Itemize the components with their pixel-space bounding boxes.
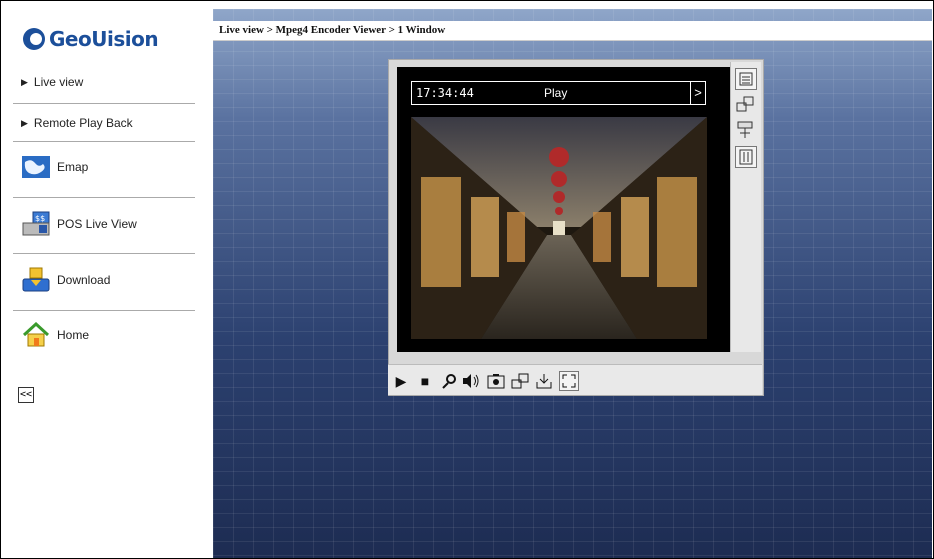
sidebar-item-pos-live-view[interactable]: $$ POS Live View xyxy=(21,211,137,237)
sidebar: GeoUision ▶ Live view ▶ Remote Play Back… xyxy=(9,9,211,558)
sidebar-item-home[interactable]: Home xyxy=(21,321,90,348)
map-icon xyxy=(21,154,51,180)
arrow-right-icon: ▶ xyxy=(21,117,28,128)
svg-text:$$: $$ xyxy=(35,214,45,223)
ptz-camera-icon[interactable] xyxy=(735,120,755,140)
sidebar-item-label: Home xyxy=(57,328,90,342)
pos-terminal-icon: $$ xyxy=(21,211,51,237)
sidebar-item-emap[interactable]: Emap xyxy=(21,154,88,180)
divider xyxy=(13,141,195,142)
stop-icon[interactable]: ■ xyxy=(415,371,435,391)
breadcrumb: Live view > Mpeg4 Encoder Viewer > 1 Win… xyxy=(219,24,446,36)
home-icon xyxy=(21,321,51,348)
next-camera-button[interactable]: > xyxy=(690,82,705,104)
video-panel: 17:34:44 Play > xyxy=(397,67,739,352)
divider xyxy=(13,197,195,198)
arrow-right-icon: ▶ xyxy=(21,76,28,87)
divider xyxy=(13,103,195,104)
video-stream[interactable] xyxy=(411,117,707,339)
video-header: 17:34:44 Play > xyxy=(411,81,706,105)
playback-toolbar: ▶ ■ xyxy=(388,364,762,395)
sidebar-item-label: Remote Play Back xyxy=(33,116,133,130)
window-switch-icon[interactable] xyxy=(510,371,530,391)
collapse-sidebar-button[interactable]: << xyxy=(18,387,34,403)
fullscreen-icon[interactable] xyxy=(559,371,579,391)
sidebar-item-label: Download xyxy=(57,273,111,287)
geovision-logo-icon xyxy=(23,28,45,50)
sidebar-item-live-view[interactable]: ▶ Live view xyxy=(21,75,83,89)
settings-panel-icon[interactable] xyxy=(735,146,757,168)
arcade-camera-image xyxy=(411,117,707,339)
main-content: Live view > Mpeg4 Encoder Viewer > 1 Win… xyxy=(213,9,932,558)
save-icon[interactable] xyxy=(534,371,554,391)
list-icon[interactable] xyxy=(735,68,757,90)
divider xyxy=(13,253,195,254)
snapshot-icon[interactable] xyxy=(486,371,506,391)
video-status: Play xyxy=(544,86,568,100)
brand-logo[interactable]: GeoUision xyxy=(23,27,159,51)
speaker-icon[interactable] xyxy=(461,371,481,391)
play-icon[interactable]: ▶ xyxy=(391,371,411,391)
sidebar-item-download[interactable]: Download xyxy=(21,267,110,293)
video-timestamp: 17:34:44 xyxy=(416,86,474,100)
sidebar-item-label: Emap xyxy=(57,160,89,174)
sidebar-item-label: POS Live View xyxy=(57,217,137,231)
right-toolbar xyxy=(730,62,761,352)
download-icon xyxy=(21,267,51,293)
window-switch-icon[interactable] xyxy=(735,94,755,114)
divider xyxy=(13,310,195,311)
brand-logo-text: GeoUision xyxy=(49,27,159,51)
microphone-icon[interactable] xyxy=(439,371,459,391)
breadcrumb-bar: Live view > Mpeg4 Encoder Viewer > 1 Win… xyxy=(213,21,932,41)
sidebar-item-label: Live view xyxy=(33,75,84,89)
sidebar-item-remote-play-back[interactable]: ▶ Remote Play Back xyxy=(21,116,133,130)
